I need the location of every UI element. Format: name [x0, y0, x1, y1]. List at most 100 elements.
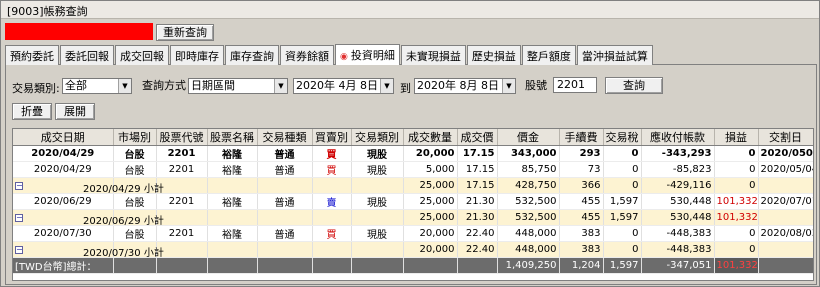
cell-價金: 343,000: [497, 145, 560, 162]
column-header[interactable]: 損益: [714, 129, 759, 146]
date-to-picker[interactable]: 2020年 8月 8日 ▼: [414, 78, 516, 94]
cell-股票代號: 2201: [156, 193, 208, 210]
cell-交易種類: 普通: [257, 161, 313, 178]
cell-交易類別: [351, 257, 404, 274]
column-header[interactable]: 幣別: [813, 129, 814, 146]
cell-應收付帳款: -343,293: [641, 145, 715, 162]
column-header[interactable]: 交易稅: [603, 129, 642, 146]
cell-成交價: 21.30: [457, 193, 498, 210]
grid-header-row: 成交日期 市場別 股票代號 股票名稱 交易種類 買賣別 交易類別 成交數量 成交價 價金 手續費 交易…: [13, 129, 814, 146]
collapse-toggle-icon[interactable]: −: [15, 182, 23, 190]
tab-10[interactable]: 當沖損益試算: [576, 45, 653, 65]
query-button[interactable]: 查詢: [605, 77, 663, 94]
collapse-toggle-icon[interactable]: −: [15, 214, 23, 222]
column-header[interactable]: 成交日期: [13, 129, 114, 146]
column-header[interactable]: 買賣別: [312, 129, 352, 146]
tab-9[interactable]: 整戶額度: [521, 45, 576, 65]
cell-交易稅: 1,597: [603, 209, 642, 226]
cell-成交數量: 20,000: [403, 241, 458, 258]
cell-股票名稱: [207, 177, 258, 194]
subtotal-label: 2020/04/29 小計: [83, 184, 164, 195]
table-row[interactable]: 2020/06/29 台股 2201 裕隆 普通賣現股 25,000 21.30 532,50…: [13, 193, 813, 210]
tab-7[interactable]: 未實現損益: [400, 45, 466, 65]
column-header[interactable]: 市場別: [113, 129, 157, 146]
tab-1[interactable]: 委託回報: [60, 45, 114, 65]
chevron-down-icon: ▼: [118, 79, 131, 93]
cell-手續費: 455: [559, 193, 604, 210]
investment-detail-grid[interactable]: 成交日期 市場別 股票代號 股票名稱 交易種類 買賣別 交易類別 成交數量 成交價 價金 手續費 交易…: [12, 128, 814, 281]
cell-手續費: 1,204: [559, 257, 604, 274]
collapse-button[interactable]: 折疊: [12, 103, 52, 120]
cell-買賣別: 買: [312, 145, 352, 162]
cell-市場別: 台股: [113, 161, 157, 178]
column-header[interactable]: 價金: [497, 129, 560, 146]
cell-買賣別: [312, 241, 352, 258]
refresh-button[interactable]: 重新查詢: [156, 24, 214, 41]
column-header[interactable]: 交易種類: [257, 129, 313, 146]
cell-交割日: [758, 257, 813, 274]
cell-市場別: [113, 257, 157, 274]
cell-損益: 101,332: [714, 257, 759, 274]
tab-2[interactable]: 成交回報: [115, 45, 169, 65]
cell-交割日: 2020/08/03: [758, 225, 813, 242]
cell-交易稅: 0: [603, 225, 642, 242]
cell-手續費: 383: [559, 241, 604, 258]
cell-股票名稱: [207, 257, 258, 274]
table-row[interactable]: 2020/07/30 台股 2201 裕隆 普通買現股 20,000 22.40 448,00…: [13, 225, 813, 242]
cell-市場別: 台股: [113, 225, 157, 242]
cell-應收付帳款: 530,448: [641, 209, 715, 226]
cell-價金: 532,500: [497, 209, 560, 226]
subtotal-row[interactable]: −2020/04/29 小計 25,000 17.15 428,750 366 0 -429…: [13, 177, 814, 195]
column-header[interactable]: 應收付帳款: [641, 129, 715, 146]
cell-成交價: 17.15: [457, 177, 498, 194]
tab-0[interactable]: 預約委託: [5, 45, 59, 65]
cell-幣別: [813, 178, 814, 194]
window-title: [9003]帳務查詢: [1, 1, 819, 19]
cell-損益: 0: [714, 145, 759, 162]
date-from-picker[interactable]: 2020年 4月 8日 ▼: [293, 78, 394, 94]
cell-手續費: 293: [559, 145, 604, 162]
stock-code-input[interactable]: 2201: [553, 77, 597, 93]
column-header[interactable]: 股票代號: [156, 129, 208, 146]
table-row[interactable]: 2020/04/29 台股 2201 裕隆 普通買現股 5,000 17.15 85,750 7…: [13, 161, 813, 178]
column-header[interactable]: 成交數量: [403, 129, 458, 146]
column-header[interactable]: 交割日: [758, 129, 813, 146]
account-selector-highlight[interactable]: [5, 23, 153, 40]
cell-交易類別: 現股: [351, 161, 404, 178]
grand-total-row[interactable]: [TWD台幣]總計： 1,409,250 1,204 1,597 -347,051 101…: [13, 257, 813, 274]
collapse-toggle-icon[interactable]: −: [15, 246, 23, 254]
cell-買賣別: 買: [312, 161, 352, 178]
cell-交易稅: 1,597: [603, 257, 642, 274]
query-mode-value: 日期區間: [191, 79, 235, 92]
column-header[interactable]: 手續費: [559, 129, 604, 146]
tab-3[interactable]: 即時庫存: [170, 45, 224, 65]
cell-交割日: [758, 241, 813, 258]
tab-6[interactable]: 投資明細: [335, 44, 400, 66]
expand-button[interactable]: 展開: [55, 103, 95, 120]
cell-交易稅: 0: [603, 161, 642, 178]
cell-成交價: 17.15: [457, 145, 498, 162]
cell-股票名稱: 裕隆: [207, 161, 258, 178]
subtotal-row[interactable]: −2020/07/30 小計 20,000 22.40 448,000 383 0 -448…: [13, 241, 813, 259]
cell-買賣別: [312, 177, 352, 194]
cell-應收付帳款: -429,116: [641, 177, 715, 194]
tab-4[interactable]: 庫存查詢: [225, 45, 279, 65]
column-header[interactable]: 股票名稱: [207, 129, 258, 146]
query-mode-select[interactable]: 日期區間 ▼: [188, 78, 288, 94]
subtotal-row[interactable]: − 2020/06/29 小計 25,000 21.30 532,500 455 1,597…: [13, 209, 813, 227]
cell-交割日: [758, 209, 813, 226]
cell-損益: 0: [714, 225, 759, 242]
cell-交易類別: 現股: [351, 145, 404, 162]
chevron-down-icon: ▼: [502, 79, 515, 93]
cell-買賣別: [312, 257, 352, 274]
cell-股票代號: 2201: [156, 161, 208, 178]
cell-交易種類: 普通: [257, 145, 313, 162]
tab-8[interactable]: 歷史損益: [466, 45, 521, 65]
table-row[interactable]: 2020/04/29 台股 2201 裕隆 普通買現股 20,000 17.15 343,00…: [13, 145, 813, 162]
column-header[interactable]: 交易類別: [351, 129, 404, 146]
column-header[interactable]: 成交價: [457, 129, 498, 146]
tab-5[interactable]: 資券餘額: [280, 45, 334, 65]
cell-成交日期: [TWD台幣]總計：: [13, 257, 114, 274]
trade-type-select[interactable]: 全部 ▼: [62, 78, 132, 94]
grid-body: 2020/04/29 台股 2201 裕隆 普通買現股 20,000 17.15 343,00…: [13, 145, 814, 274]
